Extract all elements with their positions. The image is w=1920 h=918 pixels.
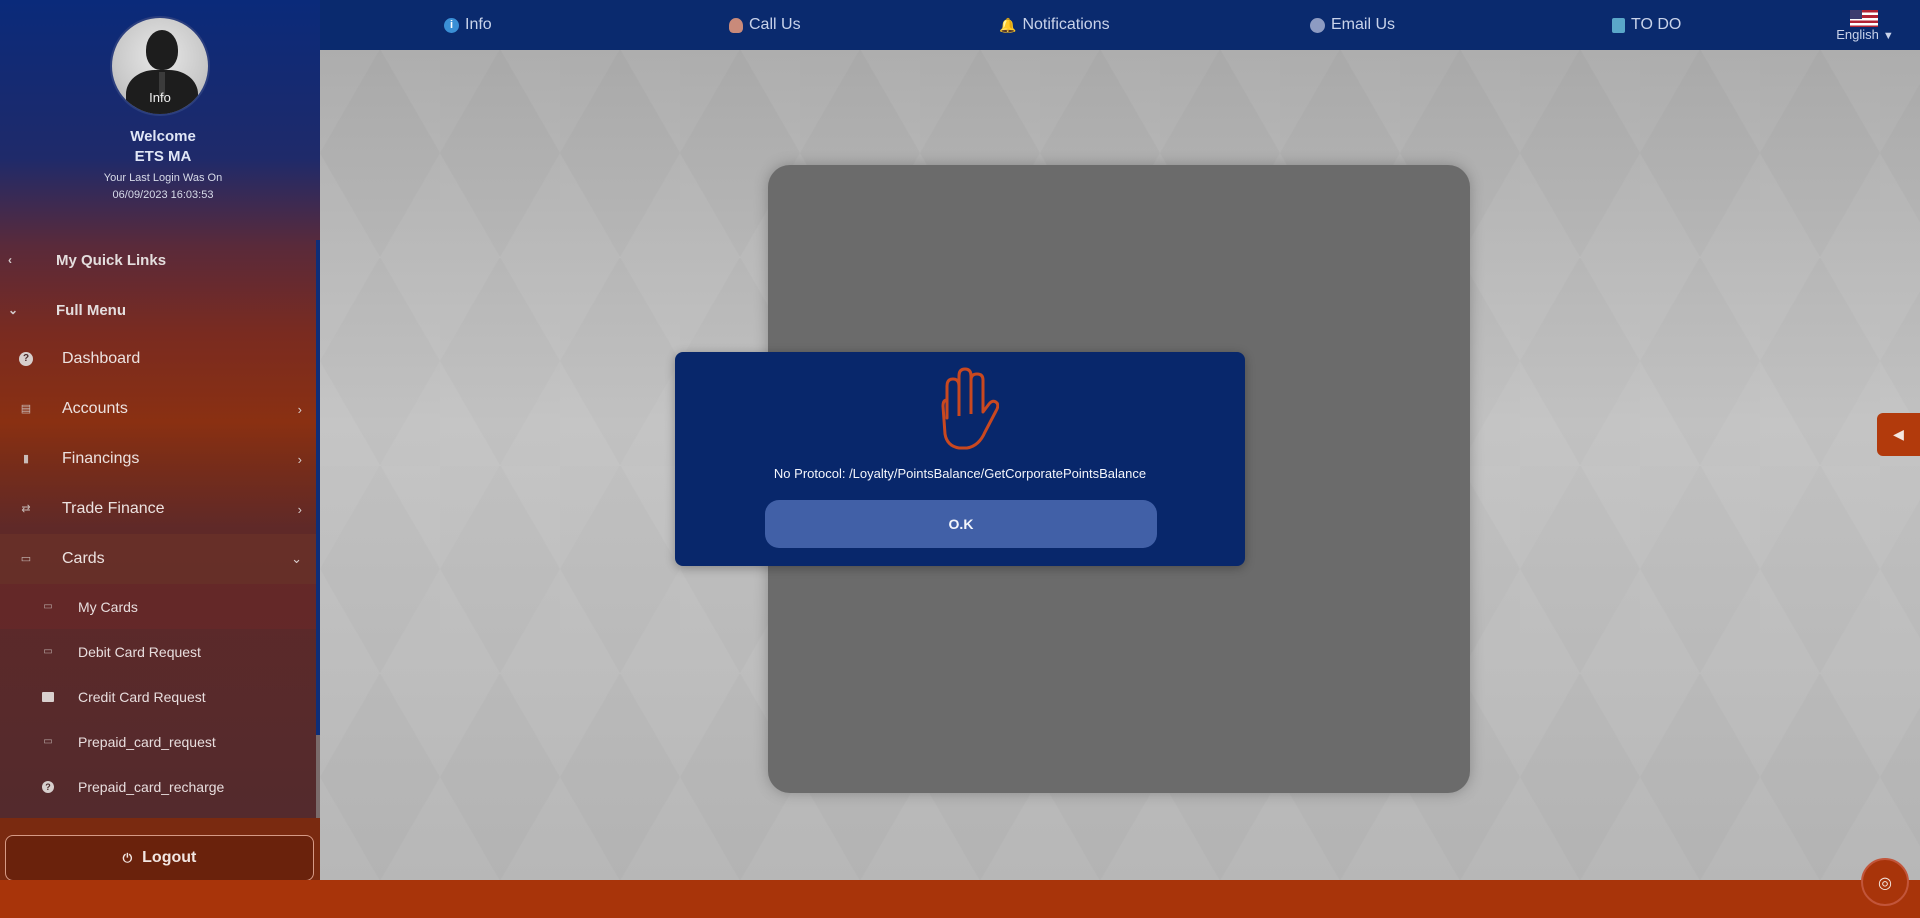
chevron-left-icon: ‹: [8, 253, 12, 267]
language-label: English: [1836, 27, 1879, 42]
sidebar-subitem-credit-card-request[interactable]: Credit Card Request: [0, 674, 318, 719]
phone-agent-icon: [729, 17, 743, 33]
stop-hand-icon: [941, 367, 999, 450]
chevron-right-icon: ›: [297, 451, 302, 467]
sidebar-subitem-label: Prepaid_card_recharge: [78, 778, 225, 795]
sidebar-item-label: Trade Finance: [62, 500, 165, 517]
sidebar-item-accounts[interactable]: ▤ Accounts ›: [0, 384, 318, 434]
logout-button[interactable]: ⏻ Logout: [5, 835, 314, 881]
user-name: ETS MA: [134, 148, 192, 165]
side-panel-toggle[interactable]: ◀: [1877, 413, 1920, 456]
last-login-value: 06/09/2023 16:03:53: [112, 189, 214, 201]
card-icon: ▭: [43, 735, 53, 747]
topnav-info-label: Info: [465, 16, 492, 33]
sidebar-item-dashboard[interactable]: ? Dashboard: [0, 334, 318, 384]
topnav-todo[interactable]: TO DO: [1612, 0, 1681, 50]
language-selector[interactable]: English ▼: [1830, 10, 1900, 42]
welcome-text: Welcome: [130, 128, 196, 145]
logout-icon: ⏻: [122, 850, 133, 865]
us-flag-icon: [1850, 10, 1878, 27]
sidebar-item-trade-finance[interactable]: ⇄ Trade Finance ›: [0, 484, 318, 534]
sidebar-item-cards[interactable]: ▭ Cards ⌄: [0, 534, 318, 584]
full-menu-label: Full Menu: [56, 301, 126, 319]
topnav-email-us-label: Email Us: [1331, 16, 1396, 33]
sidebar-subitem-label: Credit Card Request: [78, 688, 206, 705]
sidebar-scroll-thumb[interactable]: [316, 735, 320, 820]
sidebar-item-label: Financings: [62, 450, 140, 467]
topnav-call-us-label: Call Us: [749, 16, 801, 33]
quick-links-toggle[interactable]: ‹ My Quick Links: [0, 240, 320, 280]
card-icon: ▭: [20, 553, 32, 565]
quick-links-label: My Quick Links: [56, 251, 167, 269]
last-login-label: Your Last Login Was On: [103, 172, 223, 184]
topnav-notifications-label: Notifications: [1022, 16, 1110, 33]
topnav-info[interactable]: i Info: [444, 0, 492, 50]
sidebar-subitem-label: Prepaid_card_request: [78, 733, 216, 750]
error-dialog: No Protocol: /Loyalty/PointsBalance/GetC…: [675, 352, 1245, 566]
sidebar-subitem-my-cards[interactable]: ▭ My Cards: [0, 584, 318, 629]
avatar[interactable]: Info: [110, 16, 210, 116]
sidebar-subitem-prepaid-card-recharge[interactable]: ? Prepaid_card_recharge: [0, 764, 318, 809]
topnav-call-us[interactable]: Call Us: [729, 0, 801, 50]
topnav-notifications[interactable]: 🔔 Notifications: [999, 0, 1110, 50]
dialog-message: No Protocol: /Loyalty/PointsBalance/GetC…: [773, 466, 1147, 481]
accounts-icon: ▤: [20, 403, 32, 415]
sidebar-subitem-debit-card-request[interactable]: ▭ Debit Card Request: [0, 629, 318, 674]
sidebar-subitem-prepaid-card-request[interactable]: ▭ Prepaid_card_request: [0, 719, 318, 764]
help-circle-icon: ?: [42, 780, 54, 793]
info-icon: i: [444, 17, 459, 33]
email-icon: [1310, 17, 1325, 33]
full-menu-toggle[interactable]: ⌄ Full Menu: [0, 290, 320, 330]
card-icon: ▭: [43, 645, 53, 657]
avatar-label: Info: [149, 90, 171, 105]
trade-icon: ⇄: [21, 503, 31, 515]
caret-left-icon: ◀: [1893, 426, 1904, 443]
sidebar-subitem-label: Debit Card Request: [78, 643, 201, 660]
credit-card-icon: [42, 691, 54, 702]
bar-chart-icon: ▮: [22, 453, 30, 465]
chevron-right-icon: ›: [297, 501, 302, 517]
ok-button[interactable]: O.K: [765, 500, 1157, 548]
sidebar-subitem-label: My Cards: [78, 598, 138, 615]
sidebar-scroll-track[interactable]: [316, 240, 320, 820]
chevron-right-icon: ›: [297, 401, 302, 417]
chevron-down-icon: ⌄: [8, 303, 19, 317]
sidebar-item-label: Accounts: [62, 400, 128, 417]
logout-label: Logout: [142, 849, 197, 866]
chat-icon: ◎: [1878, 872, 1892, 892]
caret-down-icon: ▼: [1882, 30, 1894, 42]
todo-icon: [1612, 17, 1625, 33]
sidebar-item-label: Cards: [62, 550, 105, 567]
avatar-head: [146, 30, 178, 70]
bell-icon: 🔔: [999, 16, 1017, 33]
sidebar-item-label: Dashboard: [62, 350, 141, 367]
sidebar: Info Welcome ETS MA Your Last Login Was …: [0, 0, 320, 881]
chevron-down-icon: ⌄: [291, 551, 302, 566]
chat-button[interactable]: ◎: [1861, 858, 1909, 906]
help-circle-icon: ?: [19, 352, 33, 366]
bottom-bar: [0, 880, 1920, 918]
sidebar-item-financings[interactable]: ▮ Financings ›: [0, 434, 318, 484]
topnav-email-us[interactable]: Email Us: [1310, 0, 1395, 50]
card-icon: ▭: [43, 600, 53, 612]
topnav-todo-label: TO DO: [1631, 16, 1682, 33]
